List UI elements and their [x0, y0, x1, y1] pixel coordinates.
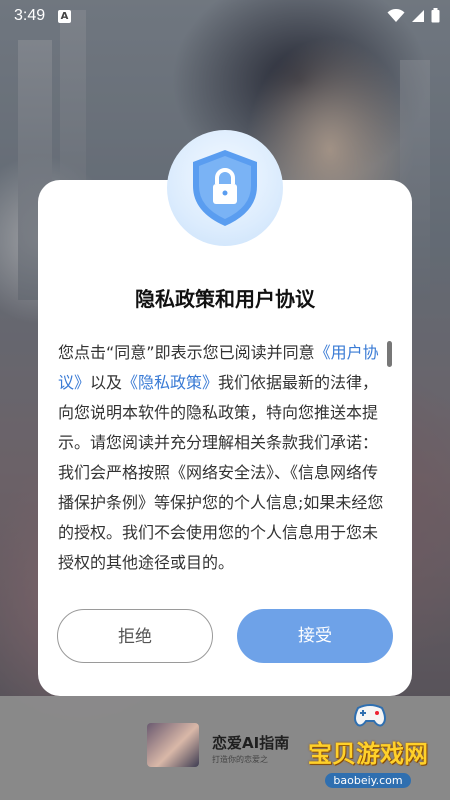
watermark-text: 宝贝游戏网 [308, 740, 428, 768]
body-text-details: 我们依据最新的法律，向您说明本软件的隐私政策，特向您推送本提示。请您阅读并充分理… [58, 373, 384, 572]
status-time: 3:49 [14, 7, 46, 24]
accept-button[interactable]: 接受 [237, 609, 393, 663]
shield-lock-icon [193, 150, 257, 226]
privacy-policy-link[interactable]: 《隐私政策》 [122, 373, 218, 392]
battery-icon [431, 8, 440, 23]
dialog-title: 隐私政策和用户协议 [135, 287, 315, 311]
watermark-url: baobeiy.com [325, 773, 411, 788]
dialog-body[interactable]: 您点击“同意”即表示您已阅读并同意《用户协议》以及《隐私政策》我们依据最新的法律… [58, 338, 384, 593]
app-thumbnail [147, 723, 199, 767]
body-text-and: 以及 [90, 373, 123, 392]
signal-icon [412, 9, 424, 22]
shield-badge [167, 130, 283, 246]
dialog-scrollbar[interactable] [387, 341, 392, 367]
wifi-icon [387, 8, 405, 22]
app-subtitle: 打造你的恋爱之 [212, 755, 268, 764]
status-bar: 3:49 A [0, 0, 450, 32]
reject-button[interactable]: 拒绝 [57, 609, 213, 663]
app-name: 恋爱AI指南 [212, 734, 290, 752]
site-watermark: 宝贝游戏网 baobeiy.com [308, 734, 428, 788]
body-text-intro: 您点击“同意”即表示您已阅读并同意 [58, 343, 315, 362]
notification-app-icon: A [58, 10, 71, 23]
gamepad-logo-icon [354, 704, 386, 727]
